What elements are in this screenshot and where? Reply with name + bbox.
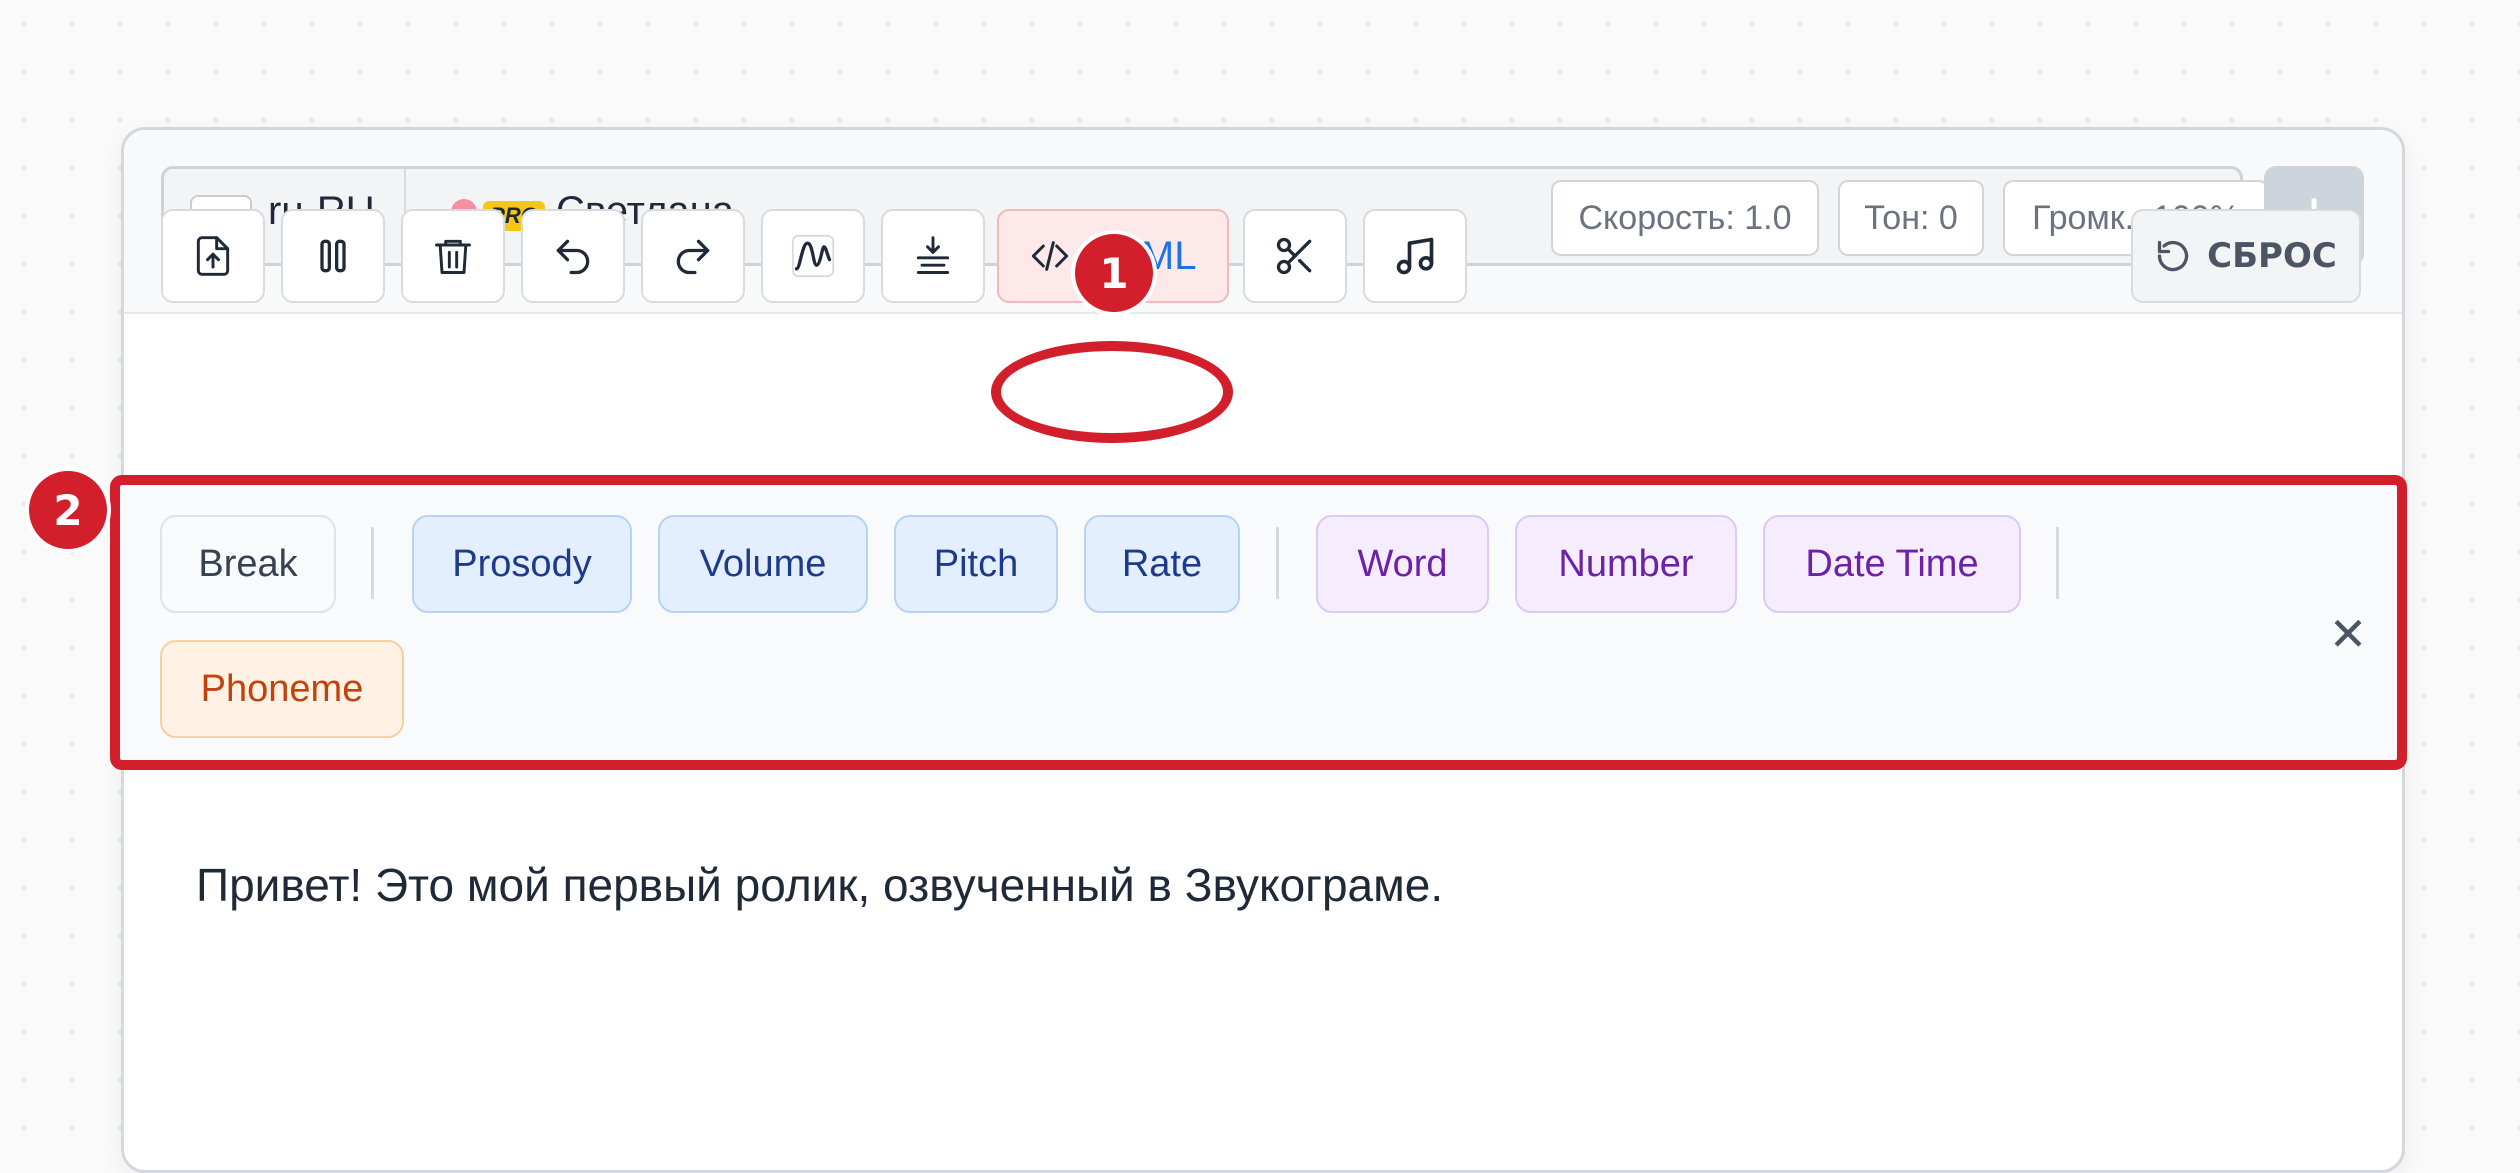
editor-text[interactable]: Привет! Это мой первый ролик, озвученный… — [196, 858, 1443, 912]
pause-icon — [320, 239, 346, 273]
highlight-ssml-ellipse — [991, 341, 1233, 443]
trash-icon — [435, 239, 471, 274]
highlight-ssml-panel — [110, 475, 2407, 770]
align-button[interactable] — [881, 209, 985, 303]
cut-button[interactable] — [1243, 209, 1347, 303]
reset-label: СБРОС — [2207, 236, 2337, 276]
annotation-marker-1: 1 — [1071, 230, 1157, 316]
speed-param[interactable]: Скорость: 1.0 — [1551, 180, 1819, 256]
upload-icon — [196, 236, 230, 276]
redo-icon — [676, 239, 710, 275]
undo-icon — [556, 239, 590, 275]
reset-button[interactable]: СБРОС — [2131, 209, 2361, 303]
music-button[interactable] — [1363, 209, 1467, 303]
waveform-button[interactable] — [761, 209, 865, 303]
undo-button[interactable] — [521, 209, 625, 303]
align-download-icon — [916, 236, 950, 274]
delete-button[interactable] — [401, 209, 505, 303]
code-icon — [1031, 241, 1068, 271]
annotation-marker-2: 2 — [25, 467, 111, 553]
waveform-icon — [791, 234, 835, 278]
upload-file-button[interactable] — [161, 209, 265, 303]
pause-button[interactable] — [281, 209, 385, 303]
reset-icon — [2158, 240, 2189, 272]
redo-button[interactable] — [641, 209, 745, 303]
tone-param[interactable]: Тон: 0 — [1838, 180, 1984, 256]
music-note-icon — [1396, 237, 1434, 275]
scissors-icon — [1276, 237, 1312, 275]
